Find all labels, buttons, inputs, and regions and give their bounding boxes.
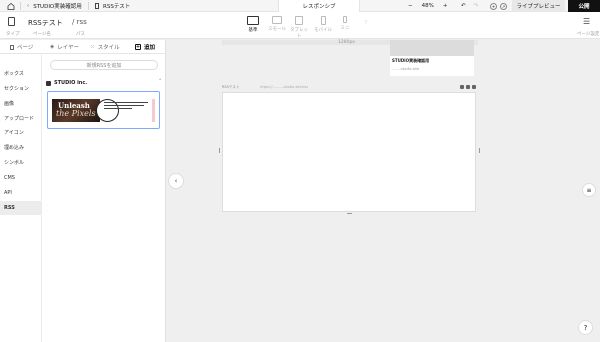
breadcrumb-page[interactable]: RSSテスト — [95, 0, 130, 12]
chevron-left-icon: ‹ — [174, 177, 178, 185]
page-settings-label: ページ設定 — [577, 32, 600, 37]
frame-icons — [460, 85, 476, 89]
help-icon: ? — [583, 323, 588, 332]
chevron-up-icon: ⌃ — [158, 79, 162, 84]
laptop-icon — [272, 16, 282, 24]
chevron-left-icon: ‹ — [27, 3, 30, 9]
zoom-value[interactable]: 48% — [422, 3, 434, 9]
category-list: ボックス セクション 画像 アップロード アイコン 埋め込み シンボル CMS … — [0, 54, 42, 342]
zoom-in-button[interactable]: + — [443, 3, 448, 9]
divider — [88, 2, 89, 10]
panel-tabs: ページ ◈ レイヤー ⁙ スタイル + 追加 — [0, 40, 166, 54]
category-image[interactable]: 画像 — [0, 96, 42, 110]
device-small[interactable]: スモール — [266, 16, 288, 32]
page-frame[interactable] — [222, 92, 476, 212]
share-icon[interactable]: ↗ — [500, 2, 507, 10]
frame-header: RSSテスト https://..........studio.site/rss — [222, 85, 476, 91]
mini-preview-title: STUDIO実装確認用 — [392, 58, 430, 63]
page-settings-icon[interactable]: ☰ — [583, 17, 590, 26]
type-label: タイプ — [6, 32, 20, 37]
home-icon[interactable] — [6, 0, 16, 12]
page-name-field[interactable]: RSSテスト — [28, 18, 63, 28]
canvas-width-label: 1280px — [338, 40, 355, 45]
lock-icon[interactable] — [466, 85, 470, 89]
resize-handle-left[interactable] — [219, 148, 220, 153]
device-tablet[interactable]: タブレット — [288, 16, 310, 39]
frame-label[interactable]: RSSテスト — [222, 85, 239, 90]
redo-icon[interactable]: ↷ — [474, 3, 479, 9]
more-options-icon[interactable]: ⋮ — [362, 20, 370, 25]
add-rss-button[interactable]: 新規RSSを追加 — [50, 60, 158, 70]
device-mobile[interactable]: モバイル — [313, 16, 333, 33]
layers-icon: ◈ — [50, 44, 55, 50]
plus-box-icon: + — [135, 44, 141, 50]
category-cms[interactable]: CMS — [0, 171, 42, 185]
tab-add[interactable]: + 追加 — [135, 40, 155, 54]
live-preview-button[interactable]: ライブプレビュー — [512, 0, 565, 12]
tablet-icon — [295, 16, 303, 25]
user-controls: + ↗ — [490, 0, 507, 12]
category-upload[interactable]: アップロード — [0, 111, 42, 125]
device-base[interactable]: 基準 — [245, 16, 261, 33]
desktop-icon — [247, 16, 259, 25]
visibility-icon[interactable] — [460, 85, 464, 89]
tab-responsive[interactable]: レスポンシブ — [278, 0, 360, 12]
tab-pages[interactable]: ページ — [10, 40, 33, 54]
right-panel-toggle[interactable]: ≡ — [582, 183, 596, 197]
mini-preview-frame[interactable]: STUDIO実装確認用 ........studio.site — [390, 56, 474, 76]
zoom-out-button[interactable]: − — [408, 3, 413, 9]
add-member-icon[interactable]: + — [490, 2, 497, 10]
device-mini[interactable]: ミニ — [338, 16, 352, 31]
help-button[interactable]: ? — [578, 320, 593, 335]
page-path-field[interactable]: / rss — [72, 18, 87, 26]
rss-icon — [46, 80, 51, 86]
mini-preview-header — [390, 40, 474, 56]
collapse-panel-button[interactable]: ‹ — [168, 173, 184, 189]
category-embed[interactable]: 埋め込み — [0, 140, 42, 154]
top-bar: ‹ STUDIO実装確認用 RSSテスト レスポンシブ − 48% + ↶ ↷ … — [0, 0, 600, 12]
history-controls: ↶ ↷ — [461, 0, 478, 12]
publish-button[interactable]: 公開 — [568, 0, 600, 12]
rss-content: 新規RSSを追加 STUDIO inc. ⌃ Unleash the Pixel… — [42, 54, 166, 342]
divider — [20, 2, 21, 10]
rss-source-header[interactable]: STUDIO inc. ⌃ — [46, 79, 162, 87]
page-type-icon[interactable] — [8, 17, 15, 26]
thumbnail-preview: Unleash the Pixels — [52, 99, 155, 122]
thumbnail-script: the Pixels — [56, 109, 96, 118]
page-icon — [95, 3, 99, 9]
resize-handle-bottom[interactable] — [347, 213, 352, 214]
rss-template-thumbnail[interactable]: Unleash the Pixels — [47, 91, 160, 129]
undo-icon[interactable]: ↶ — [461, 3, 466, 9]
mini-preview-url: ........studio.site — [392, 67, 420, 71]
zoom-control: − 48% + — [408, 0, 447, 12]
style-icon: ⁙ — [90, 44, 95, 50]
page-name-label: ページ名 — [33, 32, 51, 37]
sliders-icon: ≡ — [586, 186, 592, 194]
thumbnail-accent — [152, 99, 155, 122]
category-api[interactable]: API — [0, 186, 42, 200]
tab-layers[interactable]: ◈ レイヤー — [50, 40, 79, 54]
thumbnail-text-lines — [104, 102, 150, 111]
category-section[interactable]: セクション — [0, 81, 42, 95]
breadcrumb-project[interactable]: ‹ STUDIO実装確認用 — [27, 0, 82, 12]
frame-url: https://..........studio.site/rss — [260, 85, 309, 89]
category-symbol[interactable]: シンボル — [0, 155, 42, 169]
category-icon[interactable]: アイコン — [0, 125, 42, 139]
left-panel: ページ ◈ レイヤー ⁙ スタイル + 追加 ボックス セクション 画像 アップ… — [0, 40, 166, 342]
category-box[interactable]: ボックス — [0, 66, 42, 80]
mini-icon — [343, 16, 347, 23]
settings-icon[interactable] — [472, 85, 476, 89]
canvas-area[interactable]: 1280px STUDIO実装確認用 ........studio.site R… — [166, 40, 600, 342]
category-rss[interactable]: RSS — [0, 201, 42, 215]
mobile-icon — [320, 16, 326, 25]
page-settings-bar: タイプ RSSテスト ページ名 / rss パス 基準 スモール タブレット モ… — [0, 12, 600, 39]
page-icon — [10, 44, 14, 50]
path-label: パス — [76, 32, 85, 37]
resize-handle-right[interactable] — [479, 148, 480, 153]
tab-styles[interactable]: ⁙ スタイル — [90, 40, 120, 54]
